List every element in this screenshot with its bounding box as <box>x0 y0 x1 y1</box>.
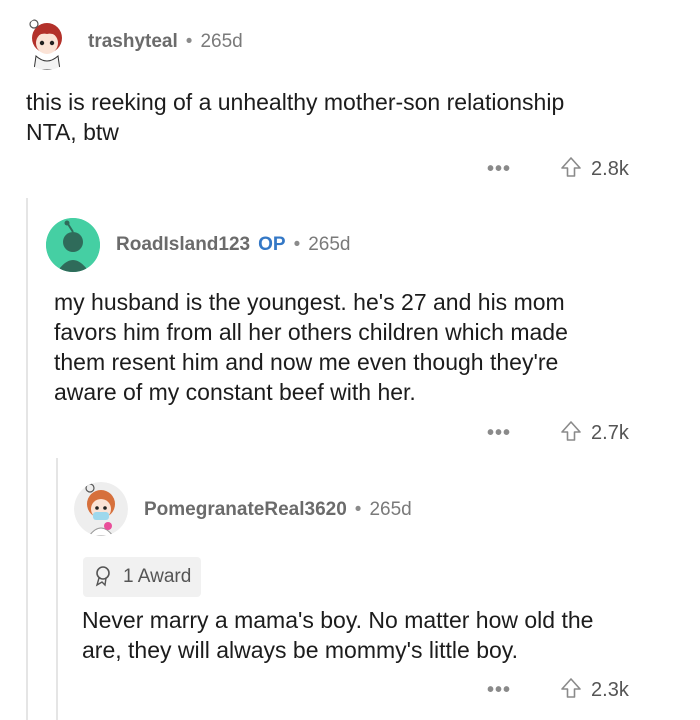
upvote-arrow-icon[interactable] <box>559 676 583 705</box>
username[interactable]: trashyteal <box>88 31 178 53</box>
comment-line: Never marry a mama's boy. No matter how … <box>82 607 594 633</box>
comment-meta: trashyteal • 265d <box>88 31 243 53</box>
vote-score: 2.3k <box>591 679 629 701</box>
comment-pomegranatereal3620: PomegranateReal3620 • 265d 1 Award Never… <box>0 460 700 720</box>
comment-age: 265d <box>200 31 243 52</box>
comment-line: this is reeking of a unhealthy mother-so… <box>26 89 565 115</box>
separator-dot: • <box>185 31 193 52</box>
vote-score: 2.7k <box>591 422 629 444</box>
comment-actions: ••• 2.7k <box>487 419 629 448</box>
comment-line: NTA, btw <box>26 119 119 145</box>
comment-age: 265d <box>308 234 351 255</box>
comment-line: my husband is the youngest. he's 27 and … <box>54 289 565 315</box>
comment-body: Never marry a mama's boy. No matter how … <box>82 605 593 665</box>
avatar[interactable] <box>20 16 74 70</box>
avatar[interactable] <box>74 482 128 536</box>
comment-actions: ••• 2.3k <box>487 676 629 705</box>
comment-line: them resent him and now me even though t… <box>54 349 559 375</box>
upvote-arrow-icon[interactable] <box>559 419 583 448</box>
more-options-button[interactable]: ••• <box>487 679 511 702</box>
comment-line: aware of my constant beef with her. <box>54 379 416 405</box>
op-badge: OP <box>258 234 286 255</box>
separator-dot: • <box>293 234 301 255</box>
separator-dot: • <box>354 499 362 520</box>
more-options-button[interactable]: ••• <box>487 422 511 445</box>
comment-meta: PomegranateReal3620 • 265d <box>144 499 412 521</box>
vote-score: 2.8k <box>591 158 629 180</box>
upvote-arrow-icon[interactable] <box>559 155 583 184</box>
comment-body: this is reeking of a unhealthy mother-so… <box>26 87 564 147</box>
more-options-button[interactable]: ••• <box>487 158 511 181</box>
upvote-button[interactable]: 2.8k <box>559 155 629 184</box>
comment-body: my husband is the youngest. he's 27 and … <box>54 287 568 407</box>
upvote-button[interactable]: 2.7k <box>559 419 629 448</box>
award-label: 1 Award <box>123 566 192 587</box>
upvote-button[interactable]: 2.3k <box>559 676 629 705</box>
comment-trashyteal: trashyteal • 265d this is reeking of a u… <box>0 0 700 200</box>
username[interactable]: PomegranateReal3620 <box>144 499 347 521</box>
comment-actions: ••• 2.8k <box>487 155 629 184</box>
award-icon <box>93 563 117 592</box>
avatar[interactable] <box>46 218 100 272</box>
username[interactable]: RoadIsland123 <box>116 234 250 256</box>
comment-meta: RoadIsland123 OP • 265d <box>116 234 351 256</box>
comment-age: 265d <box>369 499 412 520</box>
comment-roadisland123: RoadIsland123 OP • 265d my husband is th… <box>0 200 700 460</box>
award-badge[interactable]: 1 Award <box>83 557 202 597</box>
comment-line: are, they will always be mommy's little … <box>82 637 518 663</box>
comment-line: favors him from all her others children … <box>54 319 568 345</box>
